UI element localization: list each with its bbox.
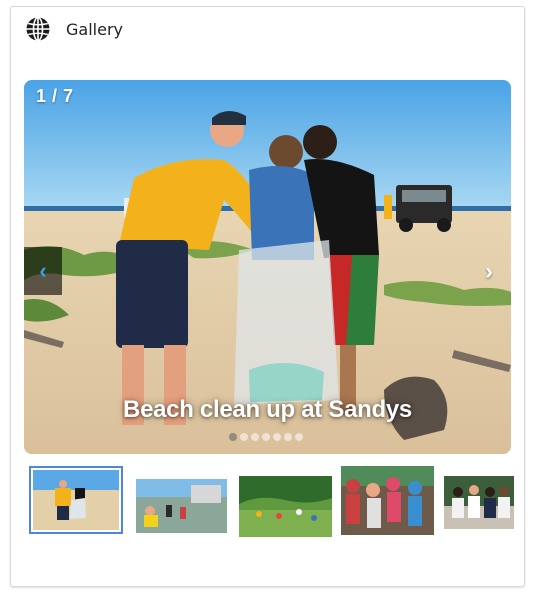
slide-dot[interactable]	[295, 433, 303, 441]
thumbnail-item[interactable]	[29, 466, 123, 534]
slide-dot[interactable]	[262, 433, 270, 441]
slide-counter: 1 / 7	[36, 86, 74, 106]
slide-dot[interactable]	[284, 433, 292, 441]
gallery-card: Gallery 1 / 7 Beach clean up at Sandys ‹…	[10, 6, 525, 587]
previous-slide-button[interactable]: ‹	[24, 247, 62, 295]
slide-dot[interactable]	[273, 433, 281, 441]
chevron-right-icon: ›	[485, 258, 493, 285]
slide-dot[interactable]	[251, 433, 259, 441]
slide-dot[interactable]	[229, 433, 237, 441]
gallery-title: Gallery	[66, 19, 123, 39]
chevron-left-icon: ‹	[39, 258, 47, 283]
slide-dot[interactable]	[240, 433, 248, 441]
image-slider[interactable]: 1 / 7 Beach clean up at Sandys ‹ ›	[24, 80, 511, 454]
slide-caption: Beach clean up at Sandys	[123, 396, 412, 423]
thumbnail-item[interactable]	[341, 466, 434, 535]
slide-indicator-dots	[229, 433, 303, 441]
gallery-header: Gallery	[25, 15, 123, 43]
next-slide-button[interactable]: ›	[477, 258, 501, 286]
thumbnail-strip	[28, 465, 514, 537]
globe-icon	[25, 16, 51, 42]
thumbnail-item[interactable]	[136, 479, 227, 533]
thumbnail-item[interactable]	[239, 476, 332, 537]
thumbnail-item[interactable]	[444, 476, 514, 529]
